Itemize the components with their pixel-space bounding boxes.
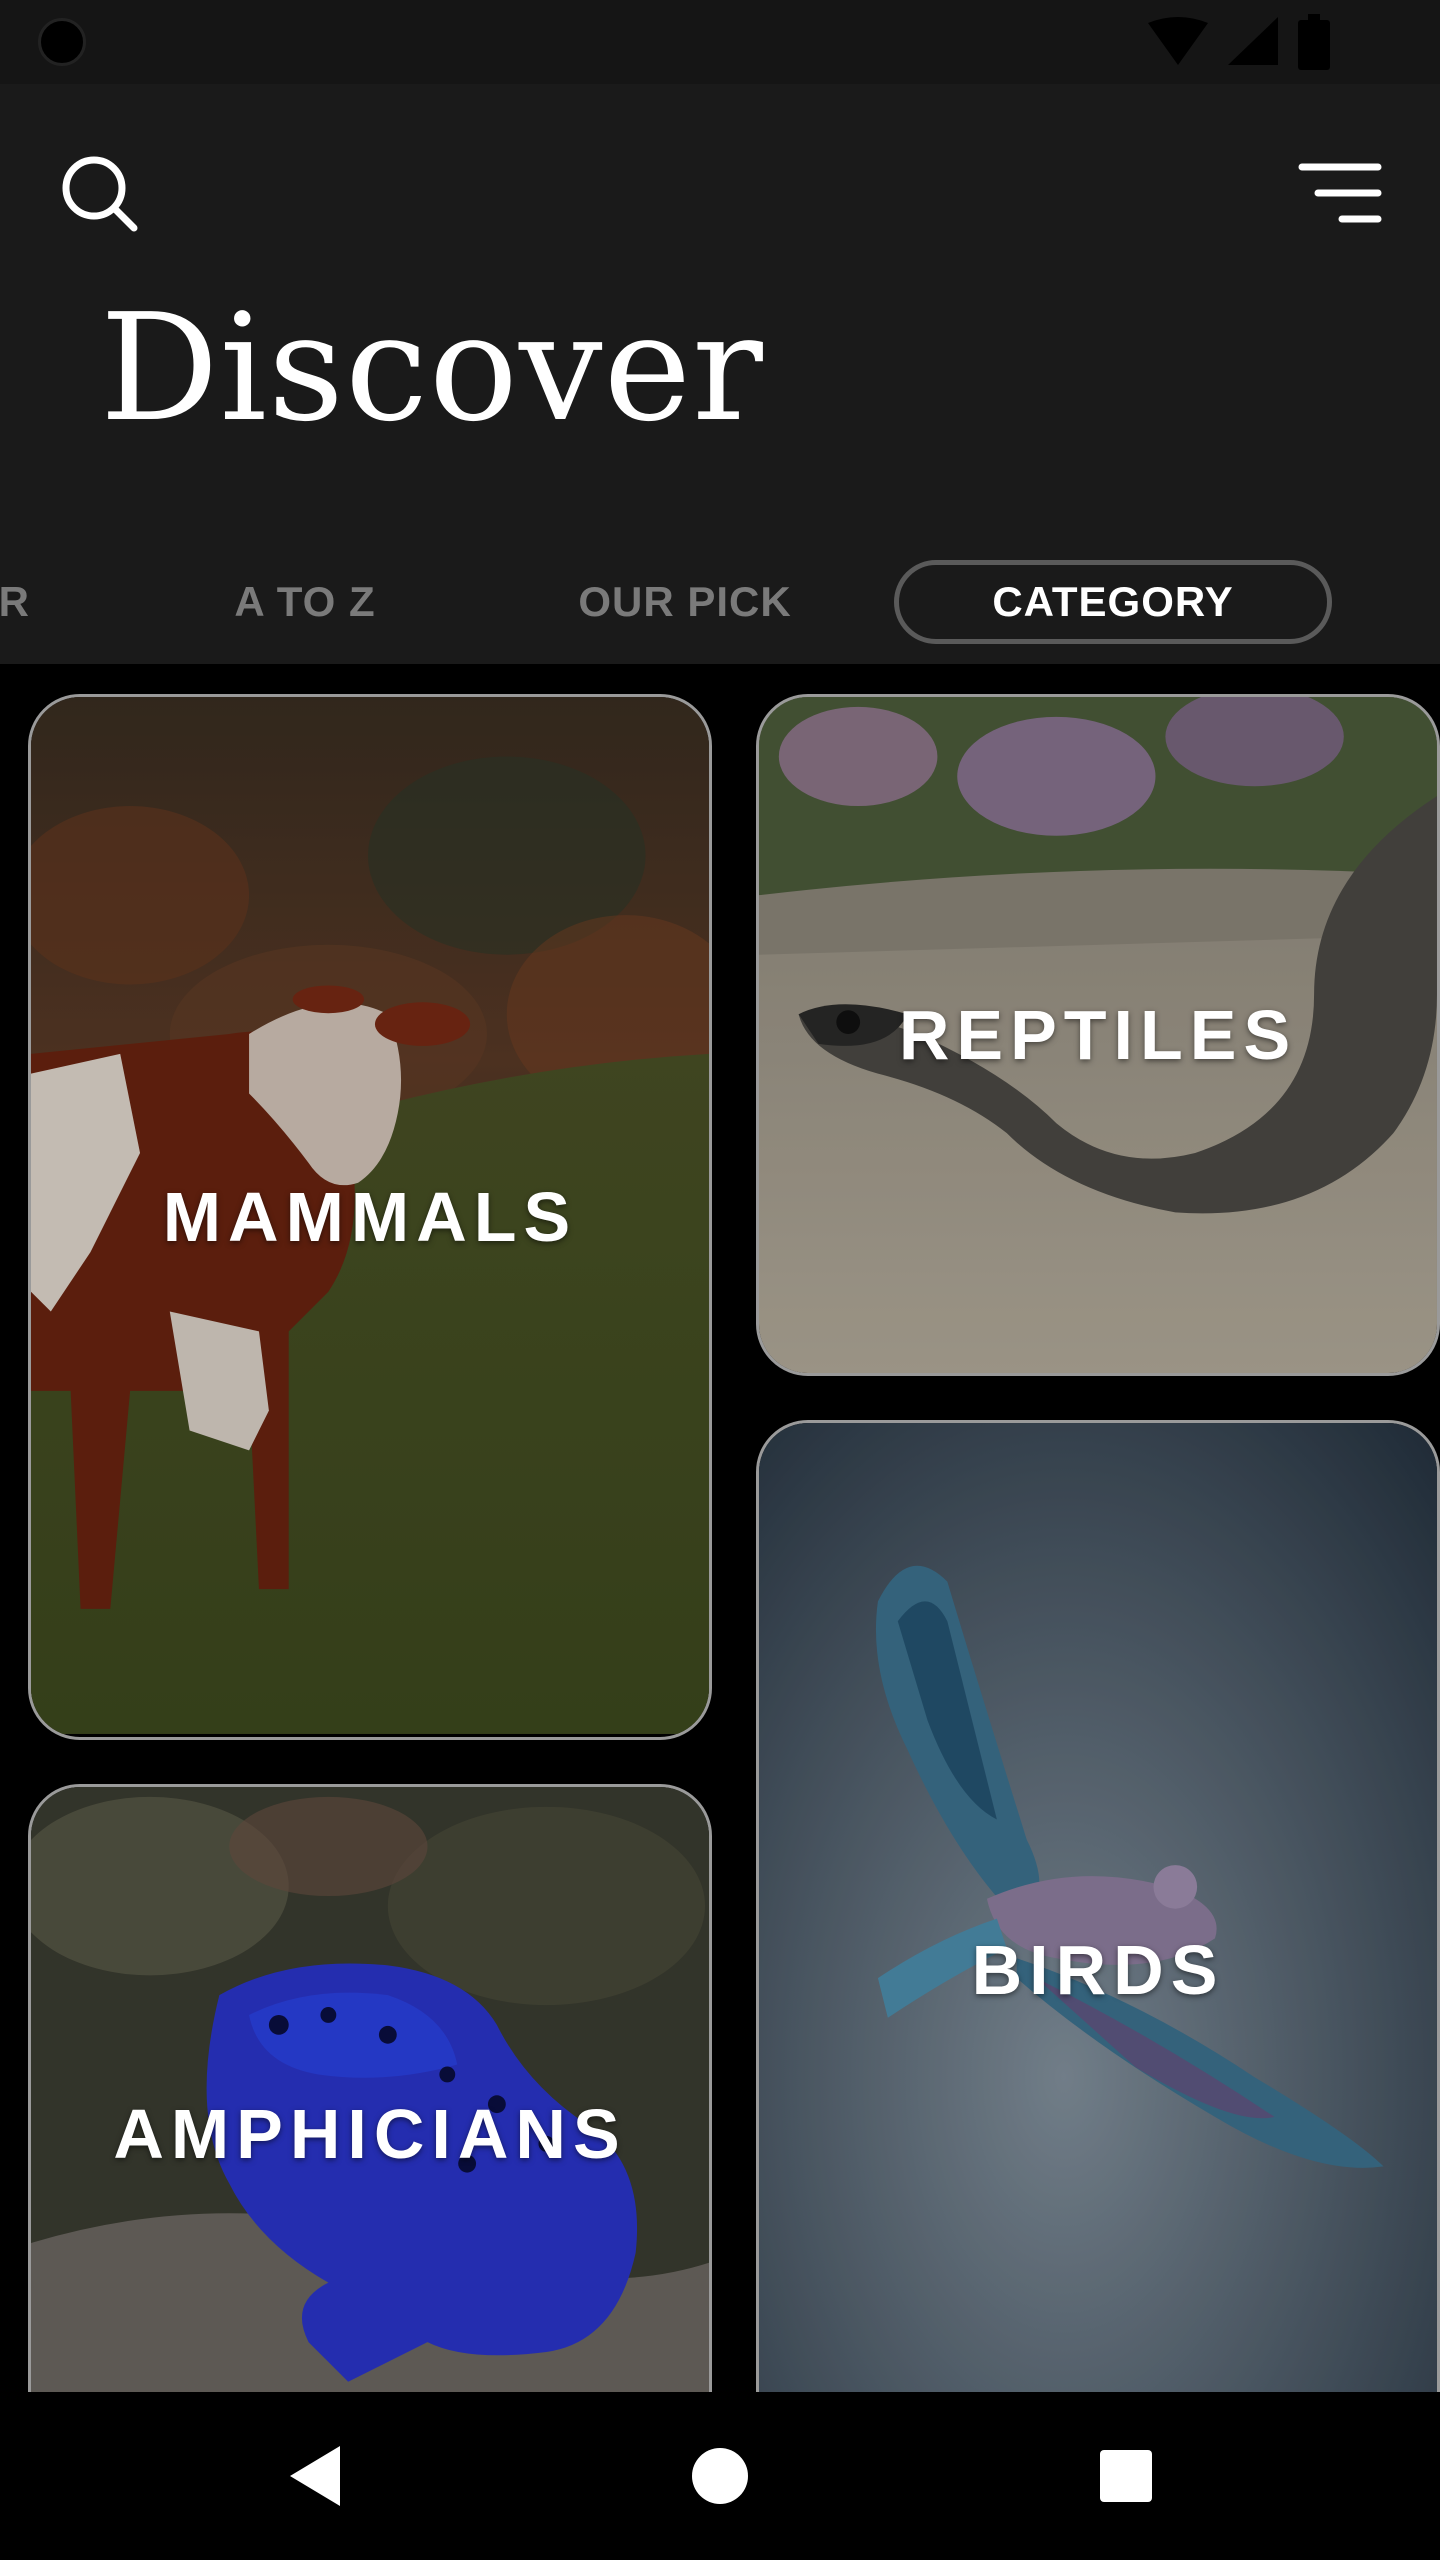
search-icon: [62, 156, 138, 232]
menu-icon: [1298, 163, 1382, 223]
system-nav-bar: [0, 2392, 1440, 2560]
battery-icon: [1298, 14, 1330, 70]
category-label: MAMMALS: [162, 1178, 578, 1256]
bird-photo: [759, 1423, 1437, 2392]
category-grid: MAMMALS REPTILES BIRDS AMPHICIANS: [0, 664, 1440, 2392]
signal-icon: [1228, 17, 1278, 65]
category-label: AMPHICIANS: [113, 2095, 627, 2173]
nav-recents-button[interactable]: [1086, 2436, 1166, 2516]
category-label: REPTILES: [898, 996, 1298, 1074]
camera-cutout: [38, 18, 86, 66]
nav-back-button[interactable]: [276, 2436, 356, 2516]
wifi-icon: [1148, 17, 1208, 65]
back-icon: [290, 2446, 340, 2506]
tab-our-pick[interactable]: OUR PICK: [560, 560, 810, 644]
tab-bar: R A TO Z OUR PICK CATEGORY: [0, 536, 1440, 660]
status-bar: [0, 0, 1440, 84]
tab-partial[interactable]: R: [0, 560, 30, 644]
recents-icon: [1100, 2450, 1152, 2502]
search-button[interactable]: [40, 134, 160, 254]
category-card-reptiles[interactable]: REPTILES: [756, 694, 1440, 1376]
home-icon: [692, 2448, 748, 2504]
category-card-amphibians[interactable]: AMPHICIANS: [28, 1784, 712, 2392]
status-icons: [1148, 14, 1330, 70]
menu-button[interactable]: [1280, 134, 1400, 254]
category-label: BIRDS: [971, 1931, 1225, 2009]
nav-home-button[interactable]: [680, 2436, 760, 2516]
frog-photo: [31, 1787, 709, 2392]
category-card-mammals[interactable]: MAMMALS: [28, 694, 712, 1740]
category-card-birds[interactable]: BIRDS: [756, 1420, 1440, 2392]
app-header: Discover R A TO Z OUR PICK CATEGORY: [0, 84, 1440, 664]
page-title: Discover: [100, 282, 764, 454]
tab-a-to-z[interactable]: A TO Z: [200, 560, 410, 644]
tab-category[interactable]: CATEGORY: [894, 560, 1332, 644]
